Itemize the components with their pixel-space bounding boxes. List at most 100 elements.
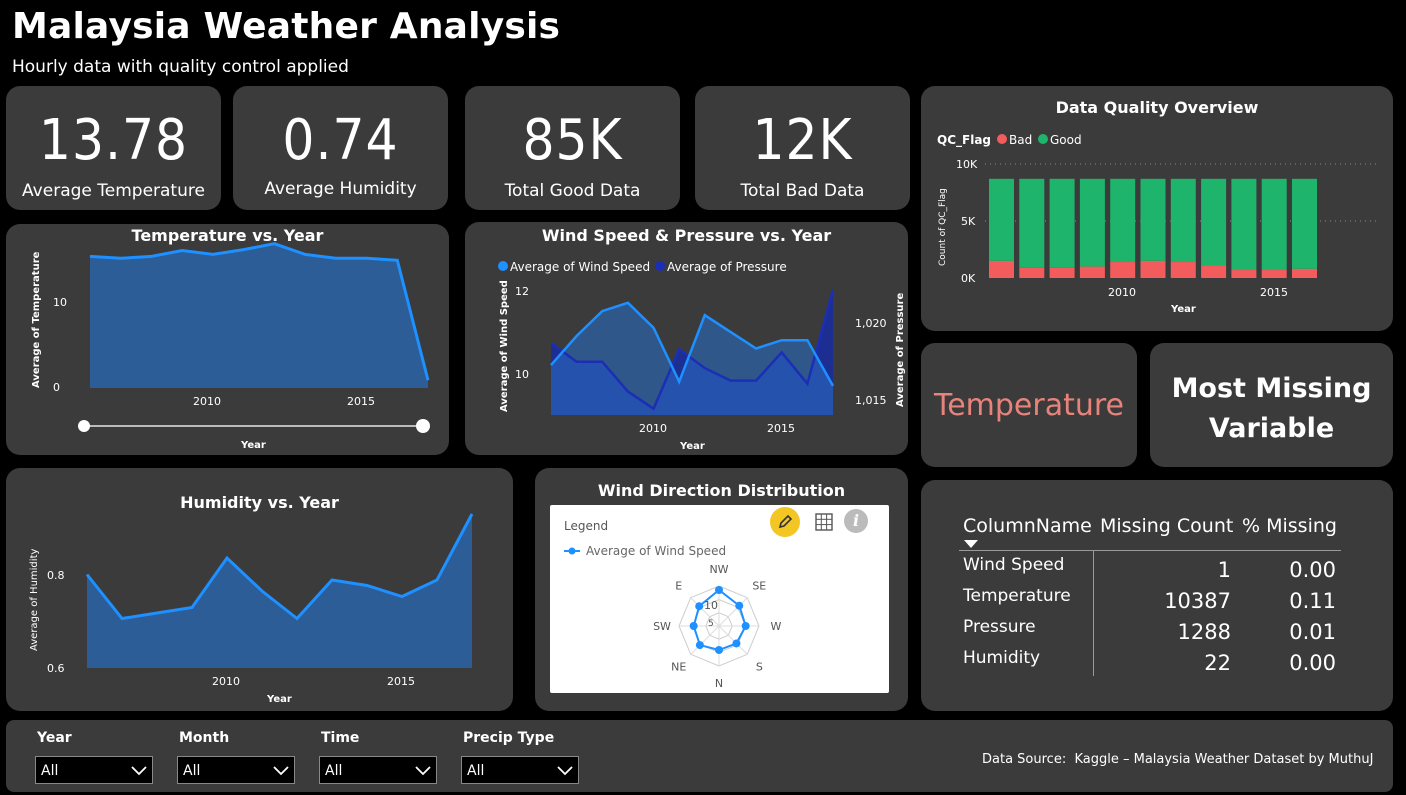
y-tick: 5K (961, 215, 976, 228)
radar-point (715, 646, 723, 654)
y-tick: 10K (956, 158, 978, 171)
table-header-columnname[interactable]: ColumnName (963, 515, 1092, 537)
legend-label-wind: Average of Wind Speed (510, 260, 650, 274)
chevron-down-icon (557, 766, 573, 776)
filter-dropdown-time[interactable]: All (319, 756, 437, 784)
bar-segment-bad (1261, 270, 1287, 278)
filter-bar: Year All Month All Time All Precip Type … (6, 720, 1393, 792)
chart-title: Wind Direction Distribution (597, 481, 846, 500)
filter-value: All (325, 763, 343, 779)
bar-segment-bad (1292, 268, 1317, 278)
table-row-pct: 0.01 (1289, 620, 1336, 644)
bar-segment-bad (1049, 267, 1075, 278)
y-axis-label: Count of QC_Flag (938, 188, 948, 266)
bar-segment-good (1231, 178, 1257, 271)
filter-value: All (183, 763, 201, 779)
pencil-icon[interactable] (770, 507, 800, 537)
filter-value: All (467, 763, 485, 779)
filter-label-precip-type: Precip Type (463, 730, 555, 746)
wind-direction-card[interactable]: Wind Direction Distribution Legend Avera… (535, 468, 908, 711)
dashboard-subtitle: Hourly data with quality control applied (12, 57, 349, 77)
kpi-value: 85K (522, 108, 623, 173)
table-row-pct: 0.00 (1289, 651, 1336, 675)
x-tick: 2010 (639, 422, 667, 435)
chevron-down-icon (273, 766, 289, 776)
range-slider-handle-end[interactable] (416, 419, 430, 433)
radar-visual-frame[interactable]: Legend Average of Wind Speed NW SE W S N NE SW… (550, 505, 889, 693)
radar-point (695, 602, 704, 611)
kpi-value: 12K (752, 108, 853, 173)
legend-marker-wind (498, 261, 508, 271)
radar-point (689, 622, 698, 630)
y-tick: 10 (53, 296, 67, 309)
table-row-name: Temperature (963, 586, 1071, 606)
table-row-name: Pressure (963, 617, 1036, 637)
radar-direction-label: S (756, 660, 763, 673)
radar-point (741, 622, 750, 630)
kpi-label: Average Temperature (22, 181, 205, 201)
legend-title: Legend (564, 519, 608, 533)
data-quality-chart: QC_Flag Bad Good Count of QC_Flag 10K 5K… (937, 133, 1379, 315)
bar-segment-good (1019, 178, 1045, 268)
info-icon[interactable]: i (844, 509, 868, 533)
legend-label-good: Good (1050, 133, 1082, 147)
bar-segment-bad (1140, 260, 1166, 278)
kpi-card-humidity: 0.74 Average Humidity (233, 86, 448, 210)
radar-point (735, 601, 744, 610)
y-tick-left: 12 (515, 285, 529, 298)
bar-segment-good (1261, 178, 1287, 271)
bar-segment-good (1110, 178, 1136, 263)
data-quality-chart-card[interactable]: Data Quality Overview QC_Flag Bad Good C… (921, 86, 1393, 331)
x-tick: 2010 (1108, 286, 1136, 299)
radar-points (689, 586, 750, 654)
wind-pressure-chart-card[interactable]: Wind Speed & Pressure vs. Year Average o… (465, 222, 908, 455)
filter-dropdown-year[interactable]: All (35, 756, 153, 784)
legend-marker-pressure (655, 261, 665, 271)
table-header-missing-count[interactable]: Missing Count (1100, 515, 1233, 537)
table-icon[interactable] (815, 513, 833, 531)
y-tick-left: 10 (515, 368, 529, 381)
y-tick: 0.8 (47, 569, 65, 582)
filter-dropdown-precip-type[interactable]: All (461, 756, 579, 784)
x-tick: 2015 (1260, 286, 1288, 299)
legend-item: Average of Wind Speed (586, 544, 726, 558)
table-row-name: Wind Speed (963, 555, 1065, 575)
y-tick-right: 1,015 (855, 394, 887, 407)
kpi-value: 13.78 (38, 108, 189, 173)
filter-label-time: Time (321, 730, 360, 746)
bar-segment-good (989, 178, 1014, 261)
bar-segment-good (1292, 178, 1317, 269)
x-axis-label: Year (240, 440, 266, 451)
radar-tick: 10 (704, 599, 718, 612)
radar-direction-label: NW (709, 563, 728, 576)
y-axis-label-right: Average of Pressure (895, 293, 906, 407)
table-header-pct-missing[interactable]: % Missing (1242, 515, 1337, 537)
filter-dropdown-month[interactable]: All (177, 756, 295, 784)
radar-tick: 5 (708, 619, 714, 629)
humidity-chart: Average of Humidity 0.8 0.6 2010 2015 Ye… (29, 513, 474, 705)
kpi-card-temperature: 13.78 Average Temperature (6, 86, 221, 210)
missing-variable-label: Most Missing Variable (1171, 373, 1372, 444)
sort-descending-icon[interactable] (964, 540, 978, 548)
missing-variable-card: Temperature (921, 343, 1137, 467)
temperature-chart-card[interactable]: Temperature vs. Year Average of Temperat… (6, 224, 449, 455)
x-tick: 2010 (193, 395, 221, 408)
table-row-count: 22 (1204, 651, 1231, 675)
bar-segment-bad (1170, 262, 1196, 278)
bar-segment-bad (1231, 270, 1257, 278)
legend-label-bad: Bad (1009, 133, 1032, 147)
kpi-card-bad-data: 12K Total Bad Data (695, 86, 910, 210)
table-row-pct: 0.00 (1289, 558, 1336, 582)
temperature-chart: Average of Temperature 10 0 2010 2015 Ye… (31, 242, 430, 451)
range-slider-handle-start[interactable] (78, 420, 90, 432)
x-axis-label: Year (1170, 304, 1196, 315)
bar-segment-good (1170, 178, 1196, 263)
bar-segment-good (1079, 178, 1105, 267)
bar-segment-bad (1201, 265, 1227, 278)
filter-label-year: Year (37, 730, 72, 746)
humidity-chart-card[interactable]: Humidity vs. Year Average of Humidity 0.… (6, 468, 513, 711)
filter-label-month: Month (179, 730, 230, 746)
radar-point (695, 641, 704, 650)
kpi-label: Total Good Data (504, 181, 641, 201)
stacked-bars (989, 178, 1317, 278)
